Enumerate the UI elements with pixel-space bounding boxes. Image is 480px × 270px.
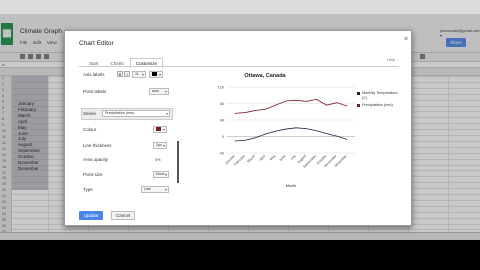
chart-svg: 12080400-40JanuaryFebruary March April May J…	[218, 85, 355, 188]
data-point	[326, 104, 327, 106]
data-point	[255, 137, 256, 139]
data-point	[316, 130, 317, 132]
data-point	[305, 101, 307, 102]
italic-button[interactable]: I	[124, 71, 130, 77]
colour-label: Colour	[83, 127, 97, 132]
series-label: Series	[83, 111, 96, 116]
x-tick-label: April	[258, 154, 266, 162]
point-labels-select[interactable]: auto	[149, 88, 169, 95]
series-select[interactable]: Precipitation (mm)	[102, 110, 170, 117]
y-tick-label: 80	[220, 102, 224, 106]
data-point	[265, 133, 266, 135]
legend-label: Monthly Temperature (C)	[362, 91, 398, 100]
line-thickness-label: Line thickness	[83, 143, 112, 148]
axis-color-select[interactable]	[149, 71, 163, 78]
data-point	[255, 110, 256, 111]
point-labels-label: Point labels	[83, 89, 107, 94]
legend-item: Monthly Temperature (C)	[357, 91, 403, 100]
legend-item: Precipitation (mm)	[357, 103, 403, 108]
type-select[interactable]: Line	[141, 186, 169, 193]
line-thickness-select[interactable]: 2px	[153, 142, 167, 149]
x-tick-label: July	[290, 154, 297, 161]
data-point	[305, 128, 307, 130]
video-frame: ▦ Climate Graph File Edit View jmcdonald…	[0, 0, 480, 270]
bold-button[interactable]: B	[117, 71, 123, 77]
data-point	[275, 130, 277, 132]
area-opacity-value[interactable]: 0%	[155, 158, 161, 162]
browser-screen: ▦ Climate Graph File Edit View jmcdonald…	[0, 0, 480, 240]
font-size-select[interactable]: 11	[132, 71, 146, 78]
data-point	[244, 112, 246, 113]
point-size-label: Point size	[83, 172, 103, 177]
data-point	[265, 108, 266, 110]
series-line-1	[234, 98, 348, 114]
series-line-0	[234, 127, 348, 142]
legend-swatch	[357, 92, 360, 95]
y-tick-label: 120	[218, 85, 224, 89]
data-point	[285, 100, 287, 102]
chart-title: Ottawa, Canada	[244, 73, 286, 79]
y-tick-label: 0	[222, 135, 224, 139]
y-tick-label: 40	[220, 118, 224, 122]
x-tick-label: June	[278, 154, 286, 162]
data-point	[326, 133, 327, 134]
data-point	[336, 102, 338, 104]
data-point	[346, 139, 348, 140]
chart-legend: Monthly Temperature (C) Precipitation (mm…	[357, 91, 403, 111]
data-point	[234, 113, 236, 114]
x-tick-label: March	[246, 154, 256, 164]
data-point	[244, 139, 246, 141]
x-tick-label: February	[233, 154, 246, 167]
help-link[interactable]: Help	[387, 57, 395, 62]
type-label: Type	[83, 187, 93, 192]
update-button[interactable]: Update	[79, 211, 103, 220]
data-point	[285, 128, 287, 130]
data-point	[336, 135, 338, 137]
data-point	[316, 99, 317, 100]
x-axis-label: Month	[286, 184, 297, 188]
data-point	[295, 99, 297, 101]
data-point	[295, 127, 297, 129]
data-point	[346, 105, 348, 107]
area-opacity-label: Area opacity	[83, 157, 109, 162]
chart-editor-dialog: Chart Editor × Help Start Charts Customi…	[64, 30, 412, 226]
tabs-divider	[79, 66, 399, 67]
data-point	[234, 140, 236, 142]
colour-swatch	[156, 127, 161, 131]
chart-preview: 120 80 40 0 -40 January February March April May J…	[185, 69, 403, 205]
cancel-button[interactable]: Cancel	[111, 211, 135, 220]
legend-swatch	[357, 104, 360, 107]
y-tick-label: -40	[219, 151, 225, 155]
x-tick-label: May	[269, 154, 277, 162]
axis-labels-label: Axis labels	[83, 72, 105, 77]
point-size-select[interactable]: None	[153, 171, 169, 178]
colour-select[interactable]	[153, 126, 167, 133]
dialog-title: Chart Editor	[79, 40, 114, 47]
form-scrollbar[interactable]	[177, 141, 179, 183]
close-icon[interactable]: ×	[404, 36, 408, 43]
legend-label: Precipitation (mm)	[362, 103, 393, 107]
data-point	[275, 104, 277, 106]
